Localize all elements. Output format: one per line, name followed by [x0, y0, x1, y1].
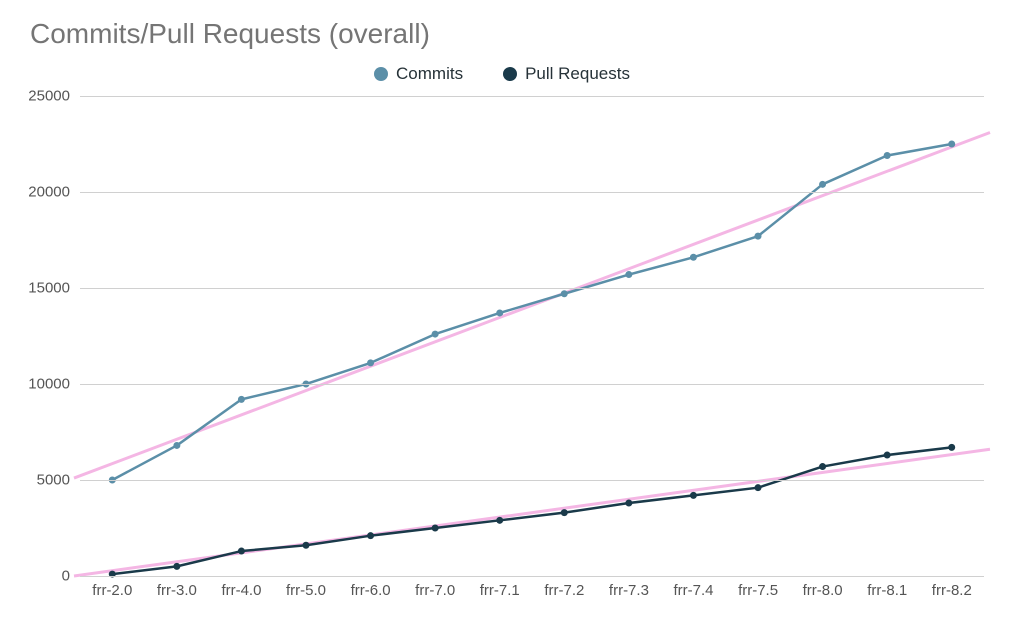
- x-tick-label: frr-7.2: [532, 576, 597, 599]
- x-axis: frr-2.0frr-3.0frr-4.0frr-5.0frr-6.0frr-7…: [80, 576, 984, 599]
- x-tick-label: frr-8.1: [855, 576, 920, 599]
- legend-dot-commits: [374, 67, 388, 81]
- chart-container: Commits/Pull Requests (overall) Commits …: [0, 0, 1024, 633]
- x-tick-label: frr-7.3: [597, 576, 662, 599]
- gridline: [80, 384, 984, 385]
- legend: Commits Pull Requests: [10, 64, 994, 84]
- gridline: [80, 96, 984, 97]
- plot-area: 0500010000150002000025000frr-2.0frr-3.0f…: [80, 96, 984, 576]
- legend-label-pull-requests: Pull Requests: [525, 64, 630, 84]
- y-tick-label: 25000: [28, 88, 80, 105]
- legend-item-commits: Commits: [374, 64, 463, 84]
- x-tick-label: frr-7.0: [403, 576, 468, 599]
- x-tick-label: frr-5.0: [274, 576, 339, 599]
- legend-dot-pull-requests: [503, 67, 517, 81]
- y-tick-label: 10000: [28, 376, 80, 393]
- x-tick-label: frr-3.0: [145, 576, 210, 599]
- chart-svg: [80, 96, 984, 576]
- gridline: [80, 192, 984, 193]
- y-tick-label: 20000: [28, 184, 80, 201]
- x-tick-label: frr-7.1: [467, 576, 532, 599]
- x-tick-label: frr-4.0: [209, 576, 274, 599]
- x-tick-label: frr-2.0: [80, 576, 145, 599]
- y-tick-label: 15000: [28, 280, 80, 297]
- y-tick-label: 5000: [37, 472, 80, 489]
- chart-title: Commits/Pull Requests (overall): [30, 18, 994, 50]
- x-tick-label: frr-6.0: [338, 576, 403, 599]
- legend-label-commits: Commits: [396, 64, 463, 84]
- gridline: [80, 480, 984, 481]
- x-tick-label: frr-7.5: [726, 576, 791, 599]
- y-tick-label: 0: [62, 568, 80, 585]
- x-tick-label: frr-8.0: [790, 576, 855, 599]
- x-tick-label: frr-7.4: [661, 576, 726, 599]
- gridline: [80, 288, 984, 289]
- legend-item-pull-requests: Pull Requests: [503, 64, 630, 84]
- x-tick-label: frr-8.2: [920, 576, 985, 599]
